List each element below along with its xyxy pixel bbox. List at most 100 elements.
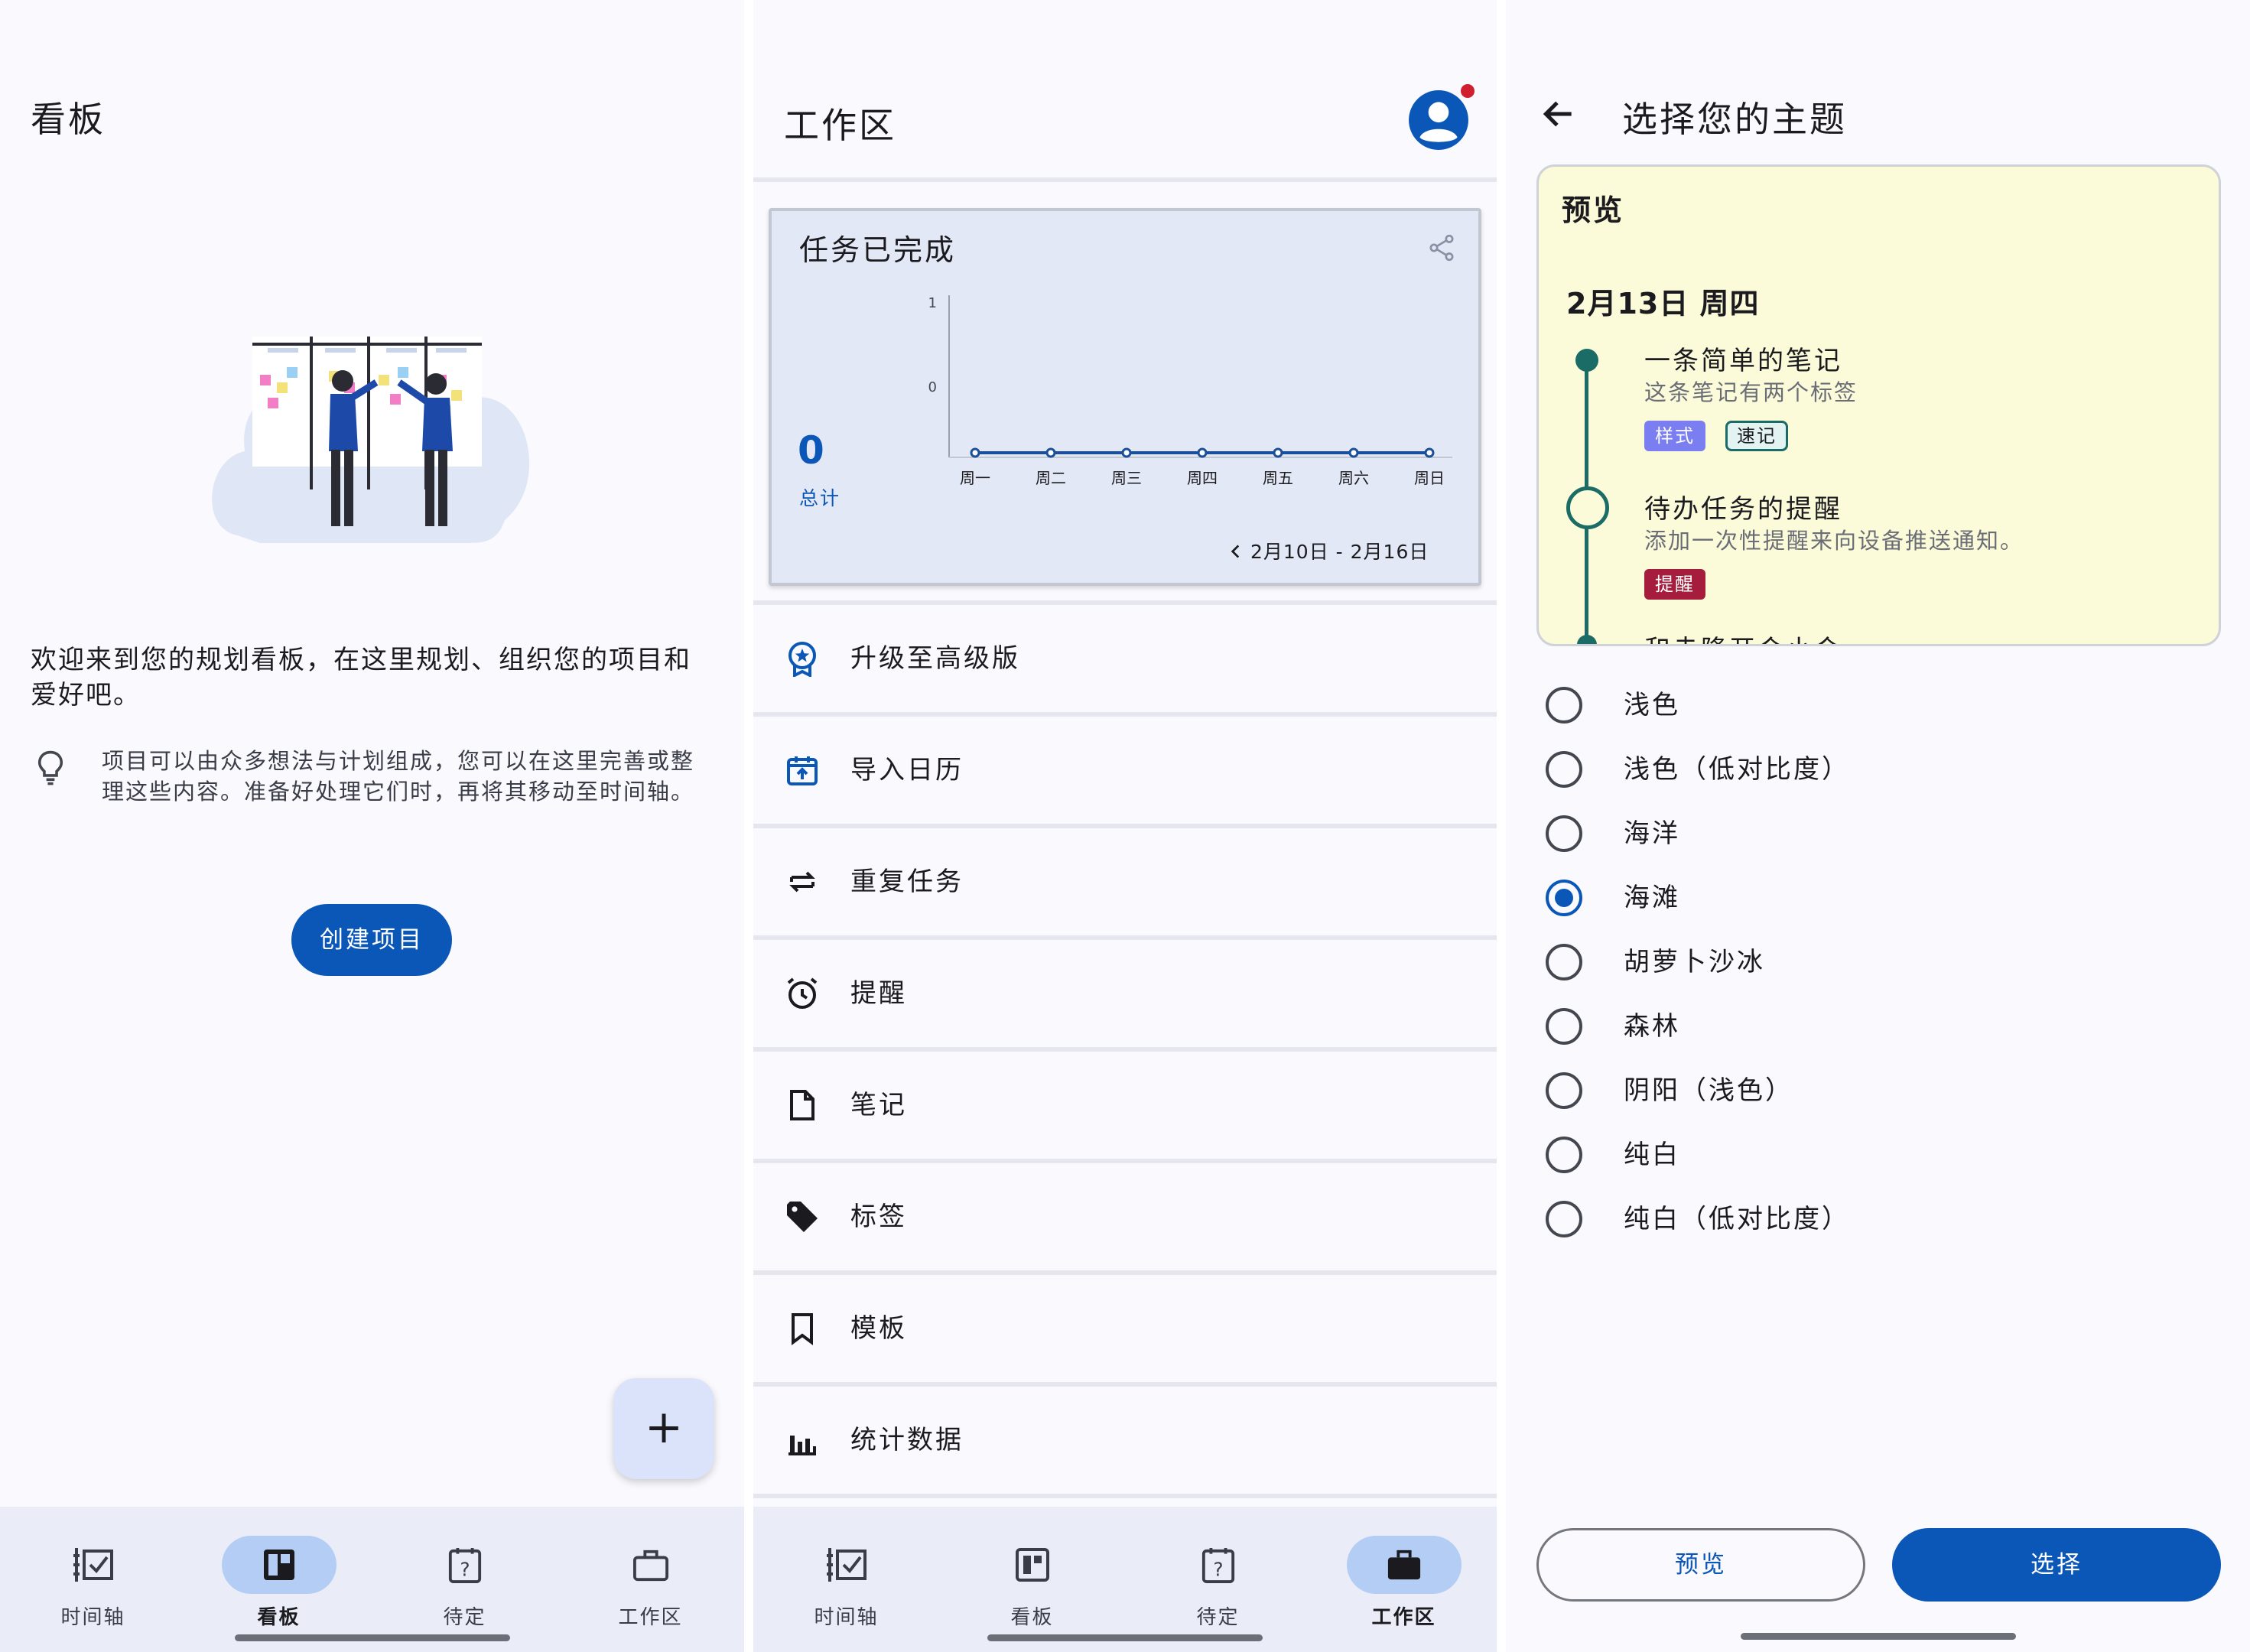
x-tick-label: 周日	[1414, 469, 1445, 487]
share-icon[interactable]	[1426, 233, 1457, 263]
header-divider	[753, 177, 1497, 182]
kanban-screen: 看板 欢迎来到您的规划看板，在这里规划、组织您的项目和爱好吧。 项目可以由众多想…	[0, 0, 744, 1652]
radio-button[interactable]	[1546, 1201, 1582, 1237]
radio-button[interactable]	[1546, 751, 1582, 788]
bar-chart-icon	[788, 1436, 816, 1455]
menu-item-import-calendar[interactable]: 导入日历	[753, 717, 1497, 824]
data-point	[1273, 447, 1283, 458]
total-label: 总计	[799, 487, 841, 509]
notification-dot	[1461, 84, 1475, 98]
select-button[interactable]: 选择	[1892, 1528, 2221, 1602]
premium-badge-icon	[788, 642, 816, 677]
menu-item-templates[interactable]: 模板	[753, 1275, 1497, 1382]
radio-button[interactable]	[1546, 687, 1582, 724]
theme-option-beach[interactable]: 海滩	[1506, 866, 2250, 930]
svg-text:?: ?	[460, 1558, 470, 1580]
menu-item-repeat-tasks[interactable]: 重复任务	[753, 828, 1497, 935]
nav-kanban[interactable]: 看板	[939, 1507, 1125, 1652]
gesture-handle	[1740, 1633, 2016, 1640]
timeline-dot-filled	[1575, 349, 1598, 372]
menu-item-label: 导入日历	[850, 755, 964, 785]
kanban-illustration	[212, 337, 530, 543]
radio-button[interactable]	[1546, 1072, 1582, 1109]
tag-chip-reminder: 提醒	[1644, 569, 1705, 600]
nav-pending[interactable]: ? 待定	[372, 1507, 558, 1652]
timeline-icon	[73, 1548, 113, 1582]
y-tick-label: 1	[928, 295, 937, 311]
kanban-icon	[263, 1550, 294, 1580]
card-title: 任务已完成	[799, 233, 957, 267]
menu-item-label: 升级至高级版	[850, 643, 1020, 674]
data-point	[970, 447, 980, 458]
theme-option-label: 浅色（低对比度）	[1624, 754, 1850, 785]
add-fab-button[interactable]: +	[613, 1378, 714, 1479]
account-circle-icon	[1409, 90, 1468, 150]
theme-option-light-low-contrast[interactable]: 浅色（低对比度）	[1506, 737, 2250, 802]
preview-item-title: 一条简单的笔记	[1644, 346, 1842, 376]
data-point	[1045, 447, 1056, 458]
tasks-line-chart: 1 0 周一 周二 周三 周四 周五 周六 周日	[928, 295, 1452, 487]
data-point	[1424, 447, 1435, 458]
pending-question-icon: ?	[1201, 1547, 1234, 1583]
nav-label: 待定	[1196, 1606, 1240, 1629]
welcome-text: 欢迎来到您的规划看板，在这里规划、组织您的项目和爱好吧。	[31, 645, 691, 711]
menu-item-reminders[interactable]: 提醒	[753, 940, 1497, 1047]
data-point	[1348, 447, 1359, 458]
lightbulb-icon	[37, 750, 63, 785]
theme-preview-card: 预览 2月13日 周四 一条简单的笔记 这条笔记有两个标签 样式 速记 待办任务…	[1536, 164, 2221, 646]
nav-workspace[interactable]: 工作区	[1311, 1507, 1497, 1652]
account-avatar[interactable]	[1407, 84, 1475, 151]
gesture-handle	[234, 1634, 510, 1641]
radio-button[interactable]	[1546, 944, 1582, 980]
theme-option-label: 纯白	[1624, 1140, 1680, 1170]
radio-button[interactable]	[1546, 1008, 1582, 1045]
radio-button-selected[interactable]	[1546, 880, 1582, 916]
back-arrow-icon[interactable]	[1540, 95, 1578, 133]
menu-item-label: 重复任务	[850, 867, 964, 897]
nav-pending[interactable]: ? 待定	[1125, 1507, 1311, 1652]
theme-option-yinyang-light[interactable]: 阴阳（浅色）	[1506, 1059, 2250, 1123]
menu-item-upgrade-premium[interactable]: 升级至高级版	[753, 605, 1497, 712]
menu-item-tags[interactable]: 标签	[753, 1163, 1497, 1270]
theme-option-forest[interactable]: 森林	[1506, 994, 2250, 1059]
x-tick-label: 周一	[960, 469, 990, 487]
briefcase-icon	[632, 1550, 668, 1582]
menu-item-statistics[interactable]: 统计数据	[753, 1387, 1497, 1494]
nav-timeline[interactable]: 时间轴	[753, 1507, 939, 1652]
theme-option-pure-white[interactable]: 纯白	[1506, 1123, 2250, 1187]
theme-picker-screen: 选择您的主题 预览 2月13日 周四 一条简单的笔记 这条笔记有两个标签 样式 …	[1506, 0, 2250, 1652]
chevron-left-icon[interactable]	[1226, 541, 1246, 561]
create-project-button[interactable]: 创建项目	[291, 904, 452, 976]
nav-timeline[interactable]: 时间轴	[0, 1507, 186, 1652]
theme-option-pure-white-low-contrast[interactable]: 纯白（低对比度）	[1506, 1187, 2250, 1251]
theme-option-light[interactable]: 浅色	[1506, 673, 2250, 737]
pending-question-icon: ?	[448, 1547, 481, 1583]
bottom-nav: 时间轴 看板 ? 待定 工作区	[753, 1507, 1497, 1652]
briefcase-icon	[1387, 1550, 1420, 1580]
y-tick-label: 0	[928, 379, 937, 395]
kanban-icon	[1015, 1548, 1049, 1582]
tag-chip-quick-note: 速记	[1725, 421, 1788, 451]
gesture-handle	[987, 1634, 1263, 1641]
preview-title: 预览	[1562, 193, 1625, 227]
x-tick-label: 周五	[1263, 469, 1293, 487]
data-point	[1197, 447, 1208, 458]
theme-option-ocean[interactable]: 海洋	[1506, 802, 2250, 866]
menu-item-notes[interactable]: 笔记	[753, 1052, 1497, 1159]
radio-button[interactable]	[1546, 815, 1582, 852]
date-range: 2月10日 - 2月16日	[1250, 541, 1429, 563]
theme-option-carrot-sorbet[interactable]: 胡萝卜沙冰	[1506, 930, 2250, 994]
preview-button[interactable]: 预览	[1536, 1528, 1865, 1602]
svg-text:?: ?	[1213, 1558, 1223, 1580]
nav-kanban[interactable]: 看板	[186, 1507, 372, 1652]
page-title: 选择您的主题	[1622, 99, 1847, 140]
alarm-icon	[787, 977, 818, 1009]
radio-button[interactable]	[1546, 1137, 1582, 1173]
menu-item-label: 标签	[850, 1202, 907, 1232]
menu-item-label: 模板	[850, 1313, 907, 1344]
nav-workspace[interactable]: 工作区	[558, 1507, 743, 1652]
theme-option-label: 浅色	[1624, 690, 1680, 720]
nav-label: 待定	[443, 1606, 486, 1629]
nav-label: 工作区	[1371, 1606, 1436, 1629]
tasks-completed-card[interactable]: 任务已完成 0 总计 1 0 周一 周二 周三 周四 周五 周六 周日 2月10日 - 2月16…	[769, 208, 1481, 586]
